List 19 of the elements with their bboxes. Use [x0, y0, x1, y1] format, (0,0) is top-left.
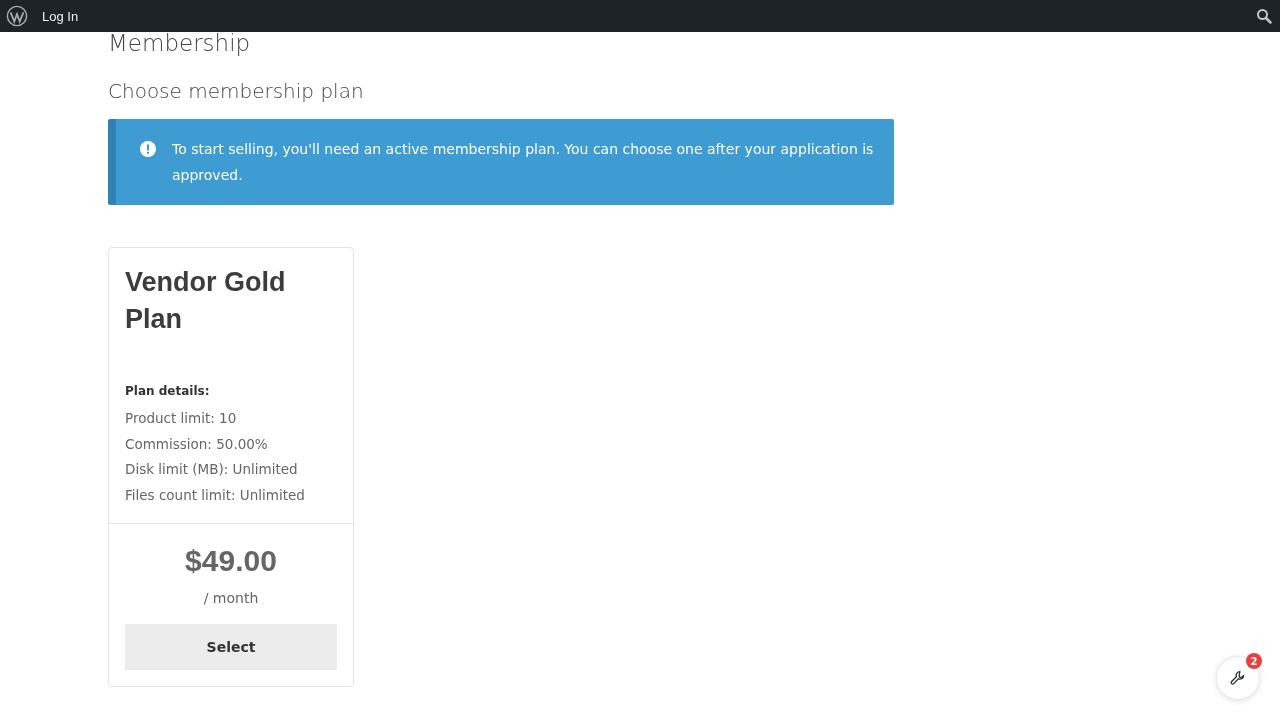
exclamation-icon [140, 141, 156, 157]
select-button[interactable]: Select [125, 623, 337, 670]
plan-detail: Product limit: 10 [125, 409, 238, 428]
notification-badge: 2 [1246, 653, 1262, 669]
plan-details-heading: Plan details: [125, 384, 211, 398]
page-title: Membership [108, 32, 252, 55]
plan-detail: Files count limit: Unlimited [125, 486, 306, 506]
wordpress-logo-icon[interactable] [6, 5, 28, 27]
plan-detail: Disk limit (MB): Unlimited [125, 460, 299, 480]
section-title: Choose membership plan [108, 79, 365, 103]
plan-price: $49.00 [184, 543, 278, 578]
plan-detail: Commission: 50.00% [125, 434, 269, 454]
help-button[interactable] [1216, 656, 1260, 700]
login-link[interactable]: Log In [42, 8, 79, 24]
notice-text: To start selling, you'll need an active membership plan. You can choose one after your application is approved. [172, 140, 874, 185]
wrench-icon [1229, 669, 1247, 687]
search-icon[interactable] [1256, 8, 1272, 24]
plan-name: Vendor Gold Plan [125, 266, 287, 336]
price-period: / month [202, 589, 260, 606]
